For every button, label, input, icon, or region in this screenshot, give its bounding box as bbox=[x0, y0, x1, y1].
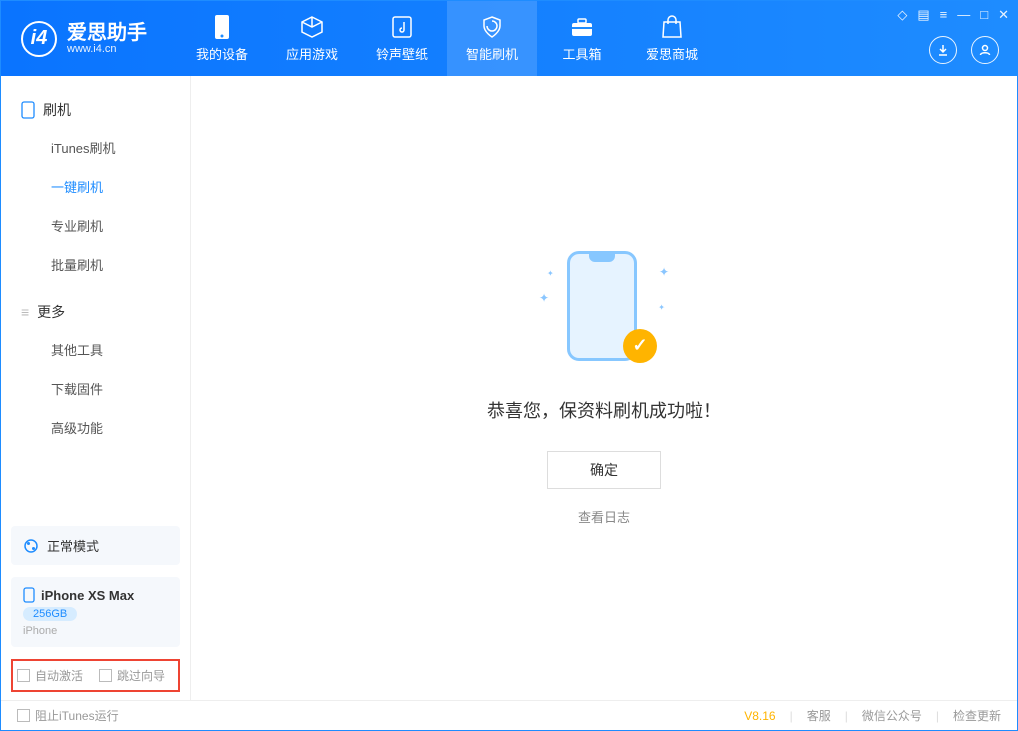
sidebar: 刷机 iTunes刷机 一键刷机 专业刷机 批量刷机 ≡ 更多 其他工具 下载固… bbox=[1, 76, 191, 700]
checkbox-label: 跳过向导 bbox=[117, 667, 165, 684]
toolbox-icon bbox=[569, 14, 595, 40]
main-content: ✦ ✦ ✦ ✦ ✓ 恭喜您，保资料刷机成功啦！ 确定 查看日志 bbox=[191, 76, 1017, 700]
tab-my-device[interactable]: 我的设备 bbox=[177, 1, 267, 76]
logo-icon: i4 bbox=[21, 21, 57, 57]
shield-icon bbox=[479, 14, 505, 40]
logo: i4 爱思助手 www.i4.cn bbox=[1, 21, 167, 57]
titlebar: i4 爱思助手 www.i4.cn 我的设备 应用游戏 铃声壁纸 智能刷机 工具… bbox=[1, 1, 1017, 76]
phone-icon bbox=[23, 587, 35, 603]
tab-apps[interactable]: 应用游戏 bbox=[267, 1, 357, 76]
download-button[interactable] bbox=[929, 36, 957, 64]
phone-icon bbox=[21, 101, 35, 119]
tab-ringtone[interactable]: 铃声壁纸 bbox=[357, 1, 447, 76]
check-icon: ✓ bbox=[623, 329, 657, 363]
device-icon bbox=[209, 14, 235, 40]
sidebar-section-more: ≡ 更多 bbox=[1, 294, 190, 330]
tab-flash[interactable]: 智能刷机 bbox=[447, 1, 537, 76]
version-label: V8.16 bbox=[744, 709, 775, 723]
user-button[interactable] bbox=[971, 36, 999, 64]
tab-store[interactable]: 爱思商城 bbox=[627, 1, 717, 76]
section-label: 刷机 bbox=[43, 100, 71, 120]
checkbox-icon bbox=[17, 669, 30, 682]
header-actions bbox=[929, 36, 999, 64]
wechat-link[interactable]: 微信公众号 bbox=[862, 707, 922, 724]
status-bar: 阻止iTunes运行 V8.16 | 客服 | 微信公众号 | 检查更新 bbox=[1, 700, 1017, 730]
sidebar-item-pro[interactable]: 专业刷机 bbox=[1, 206, 190, 245]
storage-badge: 256GB bbox=[23, 607, 77, 621]
shirt-icon[interactable]: ◇ bbox=[897, 7, 907, 23]
checkbox-label: 自动激活 bbox=[35, 667, 83, 684]
ok-button[interactable]: 确定 bbox=[547, 451, 661, 489]
mode-card[interactable]: 正常模式 bbox=[11, 526, 180, 565]
bag-icon bbox=[659, 14, 685, 40]
device-card[interactable]: iPhone XS Max 256GB iPhone bbox=[11, 577, 180, 647]
check-update-link[interactable]: 检查更新 bbox=[953, 707, 1001, 724]
nav-tabs: 我的设备 应用游戏 铃声壁纸 智能刷机 工具箱 爱思商城 bbox=[177, 1, 717, 76]
close-button[interactable]: ✕ bbox=[998, 7, 1009, 23]
tab-label: 工具箱 bbox=[562, 44, 601, 63]
mode-icon bbox=[23, 538, 39, 554]
cube-icon bbox=[299, 14, 325, 40]
download-icon bbox=[936, 43, 950, 57]
flash-options-highlighted: 自动激活 跳过向导 bbox=[11, 659, 180, 692]
sidebar-item-batch[interactable]: 批量刷机 bbox=[1, 245, 190, 284]
device-type: iPhone bbox=[23, 625, 168, 637]
list-icon[interactable]: ≡ bbox=[940, 7, 948, 23]
minimize-button[interactable]: — bbox=[957, 7, 970, 23]
app-title: 爱思助手 bbox=[67, 23, 147, 43]
checkbox-label: 阻止iTunes运行 bbox=[35, 707, 119, 724]
view-log-link[interactable]: 查看日志 bbox=[578, 507, 630, 526]
block-itunes-checkbox[interactable]: 阻止iTunes运行 bbox=[17, 707, 119, 724]
sidebar-item-advanced[interactable]: 高级功能 bbox=[1, 408, 190, 447]
tab-label: 铃声壁纸 bbox=[376, 44, 428, 63]
success-illustration: ✦ ✦ ✦ ✦ ✓ bbox=[539, 251, 669, 371]
sidebar-item-itunes[interactable]: iTunes刷机 bbox=[1, 128, 190, 167]
sidebar-item-onekey[interactable]: 一键刷机 bbox=[1, 167, 190, 206]
sidebar-item-download[interactable]: 下载固件 bbox=[1, 369, 190, 408]
tab-label: 我的设备 bbox=[196, 44, 248, 63]
sidebar-section-flash: 刷机 bbox=[1, 92, 190, 128]
tab-toolbox[interactable]: 工具箱 bbox=[537, 1, 627, 76]
window-controls: ◇ ▤ ≡ — □ ✕ bbox=[897, 7, 1009, 23]
menu-icon[interactable]: ▤ bbox=[917, 7, 929, 23]
maximize-button[interactable]: □ bbox=[980, 7, 988, 23]
tab-label: 应用游戏 bbox=[286, 44, 338, 63]
music-icon bbox=[389, 14, 415, 40]
app-subtitle: www.i4.cn bbox=[67, 43, 147, 55]
device-name-text: iPhone XS Max bbox=[41, 588, 134, 603]
tab-label: 爱思商城 bbox=[646, 44, 698, 63]
section-label: 更多 bbox=[37, 302, 65, 322]
checkbox-icon bbox=[17, 709, 30, 722]
success-message: 恭喜您，保资料刷机成功啦！ bbox=[487, 397, 721, 423]
support-link[interactable]: 客服 bbox=[807, 707, 831, 724]
skip-guide-checkbox[interactable]: 跳过向导 bbox=[99, 667, 165, 684]
auto-activate-checkbox[interactable]: 自动激活 bbox=[17, 667, 83, 684]
checkbox-icon bbox=[99, 669, 112, 682]
tab-label: 智能刷机 bbox=[466, 44, 518, 63]
mode-label: 正常模式 bbox=[47, 536, 99, 555]
sidebar-item-other[interactable]: 其他工具 bbox=[1, 330, 190, 369]
user-icon bbox=[978, 43, 992, 57]
list-icon: ≡ bbox=[21, 304, 29, 320]
